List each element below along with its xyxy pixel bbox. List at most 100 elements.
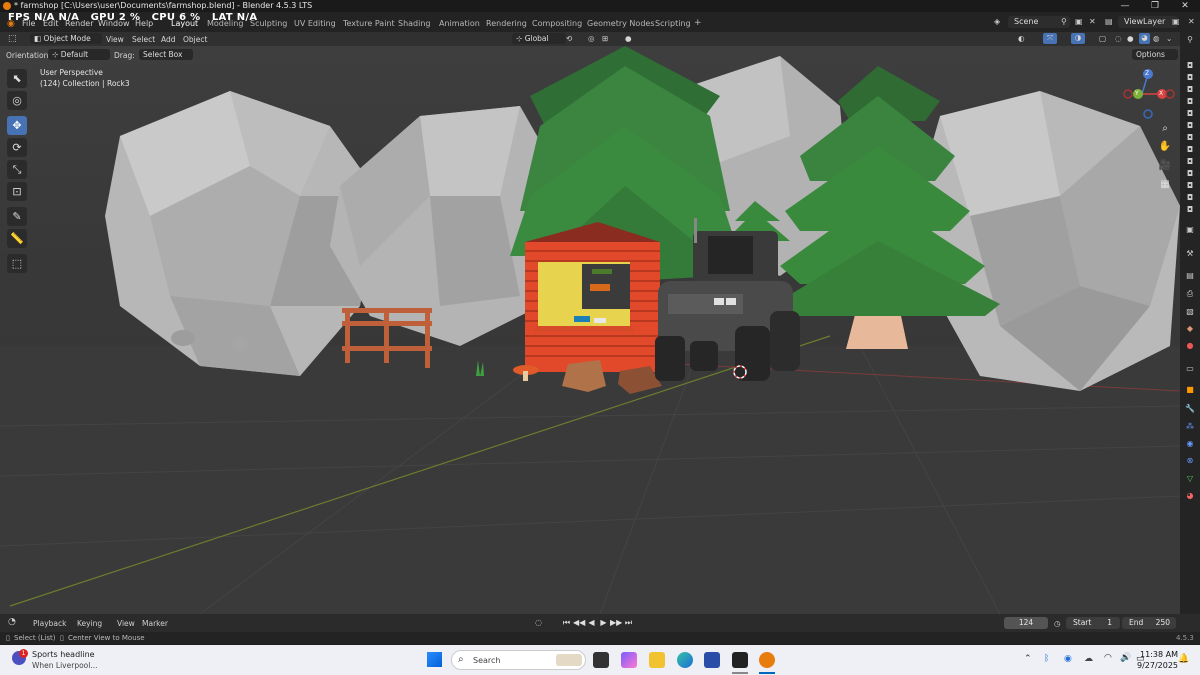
end-frame-field[interactable]: End 250	[1122, 617, 1176, 629]
xray-icon[interactable]: ▢	[1099, 34, 1106, 43]
camera-toggle-icon[interactable]: ◘	[1185, 181, 1195, 191]
zoom-icon[interactable]: ⌕	[1157, 122, 1173, 136]
particles-icon[interactable]: ⁂	[1185, 422, 1195, 432]
delete-viewlayer-icon[interactable]: ✕	[1188, 17, 1195, 26]
tab-shading[interactable]: Shading	[398, 19, 431, 28]
blender-taskbar-icon[interactable]	[759, 652, 775, 668]
menu-view[interactable]: View	[106, 35, 124, 44]
camera-toggle-icon[interactable]: ◘	[1185, 121, 1195, 131]
modifier-wrench-icon[interactable]: 🔧	[1185, 404, 1195, 414]
tray-cloud-icon[interactable]: ☁	[1084, 654, 1093, 664]
tab-rendering[interactable]: Rendering	[486, 19, 527, 28]
bluetooth-icon[interactable]: ᛒ	[1044, 654, 1049, 664]
output-properties-icon[interactable]: ⎙	[1185, 289, 1195, 299]
tab-geometry-nodes[interactable]: Geometry Nodes	[587, 19, 654, 28]
move-tool[interactable]: ✥	[7, 116, 27, 135]
shading-material-icon[interactable]: ◕	[1139, 33, 1150, 44]
new-viewlayer-icon[interactable]: ▣	[1172, 17, 1180, 26]
camera-toggle-icon[interactable]: ◘	[1185, 73, 1195, 83]
camera-toggle-icon[interactable]: ◘	[1185, 193, 1195, 203]
tab-texture-paint[interactable]: Texture Paint	[343, 19, 395, 28]
camera-toggle-icon[interactable]: ◘	[1185, 145, 1195, 155]
news-subtitle[interactable]: When Liverpool...	[32, 661, 98, 670]
material-icon[interactable]: ◕	[1185, 491, 1195, 501]
camera-toggle-icon[interactable]: ◘	[1185, 133, 1195, 143]
snap-target-icon[interactable]: ⊞	[602, 34, 608, 43]
prev-keyframe-icon[interactable]: ◀◀	[573, 617, 585, 629]
menu-object[interactable]: Object	[183, 35, 207, 44]
render-properties-icon[interactable]: ▤	[1185, 271, 1195, 281]
close-button[interactable]: ✕	[1170, 0, 1200, 12]
chevron-up-icon[interactable]: ⌃	[1024, 654, 1032, 664]
tab-uv-editing[interactable]: UV Editing	[294, 19, 336, 28]
record-icon[interactable]: ◌	[533, 617, 544, 629]
camera-view-icon[interactable]: 🎥	[1157, 159, 1173, 173]
object-data-icon[interactable]: ▽	[1185, 474, 1195, 484]
annotate-tool[interactable]: ✎	[7, 207, 27, 226]
camera-toggle-icon[interactable]: ◘	[1185, 61, 1195, 71]
snap-icon[interactable]: ◎	[588, 34, 595, 43]
proportional-edit-icon[interactable]: ●	[625, 34, 632, 43]
start-frame-field[interactable]: Start 1	[1066, 617, 1120, 629]
delete-scene-icon[interactable]: ✕	[1089, 17, 1096, 26]
next-keyframe-icon[interactable]: ▶▶	[610, 617, 622, 629]
play-reverse-icon[interactable]: ◀	[586, 617, 597, 629]
scale-tool[interactable]: ⤡	[7, 160, 27, 179]
filter-icon[interactable]: ⚲	[1185, 35, 1195, 45]
world-properties-icon[interactable]: ●	[1185, 341, 1195, 351]
gizmo-toggle-icon[interactable]: ⤧	[1043, 33, 1057, 44]
playback-menu[interactable]: Playback	[33, 619, 66, 628]
3d-viewport[interactable]: User Perspective (124) Collection | Rock…	[0, 46, 1180, 614]
measure-tool[interactable]: 📏	[7, 229, 27, 248]
jump-end-icon[interactable]: ⏭	[623, 617, 634, 629]
add-workspace-button[interactable]: +	[694, 18, 702, 28]
shading-solid-icon[interactable]: ●	[1127, 34, 1134, 43]
camera-toggle-icon[interactable]: ◘	[1185, 85, 1195, 95]
transform-tool[interactable]: ⊡	[7, 182, 27, 201]
rotate-tool[interactable]: ⟳	[7, 138, 27, 157]
keying-menu[interactable]: Keying	[77, 619, 102, 628]
visibility-icon[interactable]: ◐	[1018, 34, 1025, 43]
collection-properties-icon[interactable]: ▭	[1185, 364, 1195, 374]
viewport-scene[interactable]	[0, 46, 1180, 614]
orientation-selector[interactable]: ⊹ Default	[48, 49, 110, 60]
wifi-icon[interactable]: ◠	[1104, 653, 1112, 663]
copilot-icon[interactable]	[621, 652, 637, 668]
select-box-tool[interactable]: ⬉	[7, 69, 27, 88]
mode-selector[interactable]: ◧ Object Mode ⌄	[30, 33, 102, 54]
pan-hand-icon[interactable]: ✋	[1157, 140, 1173, 154]
editor-type-icon[interactable]: ⬚	[8, 34, 17, 44]
marker-menu[interactable]: Marker	[142, 619, 168, 628]
menu-select[interactable]: Select	[132, 35, 155, 44]
overlay-toggle-icon[interactable]: ◑	[1071, 33, 1085, 44]
camera-toggle-icon[interactable]: ◘	[1185, 157, 1195, 167]
shading-wireframe-icon[interactable]: ◌	[1115, 34, 1122, 43]
perspective-grid-icon[interactable]: ▦	[1157, 178, 1173, 192]
timeline-view-menu[interactable]: View	[117, 619, 135, 628]
pin-icon[interactable]: ⚲	[1061, 17, 1067, 26]
tray-app-icon[interactable]: ◉	[1064, 654, 1072, 664]
tab-animation[interactable]: Animation	[439, 19, 480, 28]
properties-header-icon[interactable]: ▣	[1185, 225, 1195, 235]
maximize-button[interactable]: ❐	[1140, 0, 1170, 12]
current-frame-field[interactable]: 124	[1004, 617, 1048, 629]
menu-help[interactable]: Help	[135, 19, 153, 28]
tab-scripting[interactable]: Scripting	[655, 19, 691, 28]
clock-date[interactable]: 9/27/2025	[1137, 661, 1178, 670]
transform-orientation-selector[interactable]: ⊹ Global	[512, 33, 566, 44]
clock-time[interactable]: 11:38 AM	[1140, 650, 1178, 659]
tab-layout[interactable]: Layout	[171, 19, 198, 28]
camera-toggle-icon[interactable]: ◘	[1185, 109, 1195, 119]
menu-edit[interactable]: Edit	[43, 19, 59, 28]
object-properties-icon[interactable]: ■	[1185, 385, 1195, 395]
camera-toggle-icon[interactable]: ◘	[1185, 97, 1195, 107]
pivot-icon[interactable]: ⟲	[566, 34, 572, 43]
jump-start-icon[interactable]: ⏮	[561, 617, 572, 629]
camera-toggle-icon[interactable]: ◘	[1185, 169, 1195, 179]
tab-sculpting[interactable]: Sculpting	[250, 19, 287, 28]
tab-modeling[interactable]: Modeling	[207, 19, 243, 28]
blender-menu-icon[interactable]: ◉	[7, 19, 15, 29]
scene-properties-icon[interactable]: ◆	[1185, 324, 1195, 334]
camera-toggle-icon[interactable]: ◘	[1185, 205, 1195, 215]
add-cube-tool[interactable]: ⬚	[7, 254, 27, 273]
